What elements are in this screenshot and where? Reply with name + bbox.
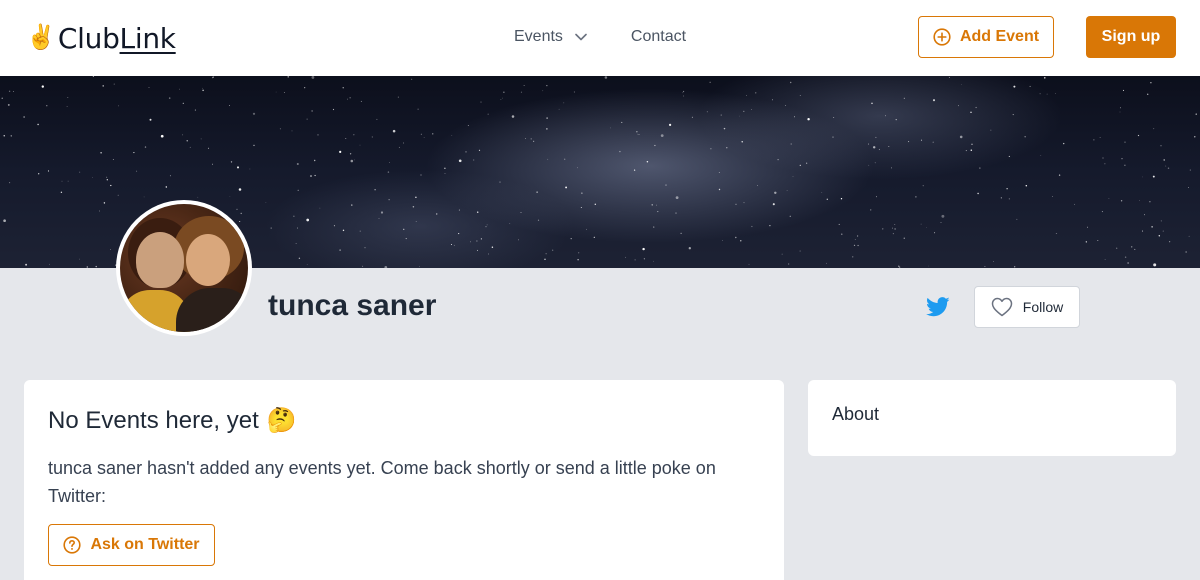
no-events-heading: No Events here, yet 🤔	[48, 406, 297, 435]
no-events-message: tunca saner hasn't added any events yet.…	[48, 458, 716, 506]
clublink-logo[interactable]: ✌️ ClubLink	[26, 20, 176, 56]
nav-contact-link[interactable]: Contact	[631, 28, 686, 46]
signup-button[interactable]: Sign up	[1086, 16, 1176, 58]
events-card: No Events here, yet 🤔 tunca saner hasn't…	[24, 380, 784, 580]
profile-avatar	[116, 200, 252, 336]
about-card: About	[808, 380, 1176, 456]
profile-name: tunca saner	[268, 289, 437, 322]
avatar-photo	[120, 204, 248, 332]
heart-icon	[991, 297, 1013, 317]
add-event-label: Add Event	[959, 28, 1040, 45]
plus-circle-icon	[933, 28, 951, 46]
signup-label: Sign up	[1101, 28, 1161, 45]
top-navbar: ✌️ ClubLink Events Contact Add Event Sig…	[0, 0, 1200, 76]
twitter-icon	[926, 297, 950, 317]
add-event-button[interactable]: Add Event	[918, 16, 1054, 58]
question-circle-icon	[63, 536, 82, 554]
nav-contact-label: Contact	[630, 28, 687, 45]
logo-text: ClubLink	[57, 21, 176, 55]
no-events-title: No Events here, yet	[48, 406, 259, 434]
nav-events-dropdown[interactable]: Events	[514, 28, 587, 46]
victory-hand-icon: ✌️	[26, 24, 56, 51]
twitter-profile-link[interactable]	[926, 296, 950, 318]
chevron-down-icon	[575, 33, 587, 41]
main-nav: Events Contact	[514, 26, 686, 48]
nav-events-label: Events	[514, 28, 563, 45]
thinking-face-icon: 🤔	[266, 407, 297, 434]
about-title: About	[832, 404, 880, 424]
follow-label: Follow	[1022, 299, 1064, 315]
ask-on-twitter-button[interactable]: Ask on Twitter	[48, 524, 215, 566]
follow-button[interactable]: Follow	[974, 286, 1080, 328]
ask-on-twitter-label: Ask on Twitter	[90, 536, 200, 553]
